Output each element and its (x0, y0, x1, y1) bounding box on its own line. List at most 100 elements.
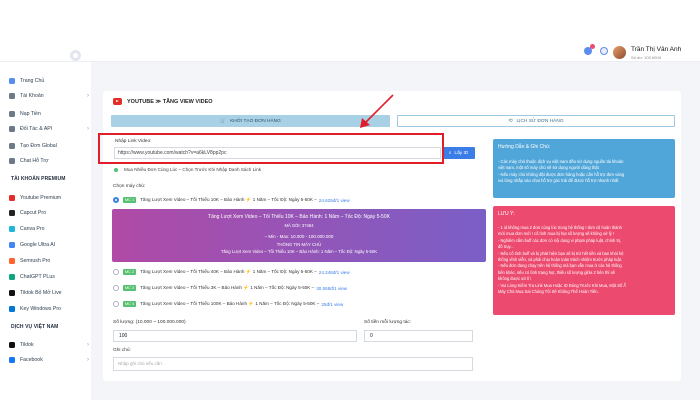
server-option-2[interactable]: MC 2 Tăng Lượt Xem Video – Tối Thiểu 40K… (113, 268, 350, 276)
server-name: Tăng Lượt Xem Video – Tối Thiểu 10K – Bả… (140, 197, 317, 202)
server-title: Chọn máy chủ: (113, 184, 146, 189)
sidebar-item-account[interactable]: Tài Khoản › (9, 91, 89, 100)
sidebar-item-label: Capcut Pro (20, 209, 46, 216)
sidebar-item-topup[interactable]: Nạp Tiền (9, 109, 89, 118)
server-info-heading: THÔNG TIN MÁY CHỦ (276, 242, 322, 247)
radio-selected[interactable] (113, 197, 119, 203)
order-history-tab-label: LỊCH SỬ ĐƠN HÀNG (516, 118, 564, 124)
sidebar-item-partner-api[interactable]: Đối Tác & API › (9, 124, 89, 133)
user-name[interactable]: Trần Thị Vân Anh (631, 46, 681, 53)
server-price: 24.248đ/1 view (318, 269, 350, 275)
sidebar-item-label: Trang Chủ (20, 77, 45, 84)
user-icon (9, 92, 15, 99)
sidebar-item-facebook[interactable]: Facebook › (9, 355, 89, 364)
chat-icon (9, 157, 15, 164)
sidebar-item-google-ultra-ai[interactable]: Google Ultra AI (9, 240, 89, 249)
sidebar-section-vietnam: DỊCH VỤ VIỆT NAM (11, 324, 59, 330)
notice-panel: LƯU Ý: - 1 id không mua 2 đơn cùng lúc t… (493, 206, 675, 315)
server-option-1[interactable]: MC 1 Tăng Lượt Xem Video – Tối Thiểu 10K… (113, 196, 350, 204)
notification-badge (590, 44, 595, 49)
server-info-title: Tăng Lượt Xem Video – Tối Thiểu 10K – Bả… (208, 214, 390, 220)
avatar[interactable] (613, 46, 626, 59)
sidebar-item-label: Tiktok (20, 341, 34, 348)
sidebar-item-chatgpt-plus[interactable]: ChatGPT PLus (9, 272, 89, 281)
guide-title: Hướng Dẫn & Ghi Chú: (498, 144, 551, 150)
radio-unselected[interactable] (113, 269, 119, 275)
chevron-right-icon: › (87, 125, 89, 132)
sidebar-item-label: Facebook (20, 356, 43, 363)
sidebar-item-capcut-pro[interactable]: Capcut Pro (9, 208, 89, 217)
server-badge: MC 1 (123, 197, 137, 203)
sidebar-item-global-order[interactable]: Tạo Đơn Global (9, 141, 89, 150)
sidebar-item-label: Semrush Pro (20, 257, 51, 264)
sidebar-item-key-windows-pro[interactable]: Key Windows Pro (9, 304, 89, 313)
tiktok-icon (9, 341, 15, 348)
notification-bell-icon[interactable] (584, 44, 595, 55)
sidebar-item-tiktok[interactable]: Tiktok › (9, 340, 89, 349)
chevron-right-icon: › (87, 92, 89, 99)
sidebar-item-label: Canva Pro (20, 225, 45, 232)
get-id-button[interactable]: ⌕ Lấy ID (442, 147, 475, 159)
sidebar-item-label: Key Windows Pro (20, 305, 61, 312)
sidebar-item-label: Tiktok Bỏ Mở Live (20, 289, 62, 296)
chevron-right-icon: › (87, 356, 89, 363)
radio-unselected[interactable] (113, 285, 119, 291)
server-badge: MC 3 (123, 285, 137, 291)
get-id-button-label: Lấy ID (454, 150, 469, 156)
highlight-box (98, 133, 444, 164)
windows-icon (9, 305, 15, 312)
top-icons (584, 44, 608, 55)
sidebar-item-label: Nạp Tiền (20, 110, 41, 117)
page-title: YOUTUBE ≫ TĂNG VIEW VIDEO (113, 98, 213, 105)
guide-line: vui lòng nhắp vào chat hỗ trợ góc trái đ… (498, 177, 619, 183)
server-option-4[interactable]: MC 4 Tăng Lượt Xem Video – Tối Thiểu 100… (113, 300, 343, 308)
chevron-right-icon: › (87, 341, 89, 348)
server-name: Tăng Lượt Xem Video – Tối Thiểu 100K – B… (140, 301, 320, 306)
radio-unselected[interactable] (113, 301, 119, 307)
note-textarea[interactable]: Nhập ghi chú nếu cần (113, 357, 473, 371)
sidebar-item-support-chat[interactable]: Chat Hỗ Trợ (9, 156, 89, 165)
history-icon: ⟲ (508, 118, 513, 124)
sidebar-item-label: Tạo Đơn Global (20, 142, 57, 149)
settings-icon[interactable] (600, 47, 608, 55)
sidebar-item-label: Youtube Premium (20, 194, 62, 201)
bulk-order-hint[interactable]: Mua Nhiều Đơn Cùng Lúc – Chọn Trước Khi … (114, 167, 261, 172)
quantity-input[interactable]: 100 (113, 330, 357, 342)
server-info-code: MÃ GÓI: 37484 (284, 223, 314, 228)
sidebar-item-youtube-premium[interactable]: Youtube Premium (9, 193, 89, 202)
server-option-3[interactable]: MC 3 Tăng Lượt Xem Video – Tối Thiểu 3K … (113, 284, 347, 292)
unit-price-input[interactable]: 0 (364, 330, 473, 342)
home-icon (9, 77, 15, 84)
bulk-order-hint-text: Mua Nhiều Đơn Cùng Lúc – Chọn Trước Khi … (124, 167, 262, 172)
google-icon (9, 241, 15, 248)
create-order-tab[interactable]: 🛒 KHỞI TẠO ĐƠN HÀNG (111, 115, 390, 127)
server-badge: MC 2 (123, 269, 137, 275)
sidebar-section-premium: TÀI KHOẢN PREMIUM (11, 176, 66, 182)
server-badge: MC 4 (123, 301, 137, 307)
globe-icon (9, 142, 15, 149)
sidebar-item-label: Google Ultra AI (20, 241, 56, 248)
note-label: Ghi chú: (113, 348, 131, 353)
handshake-icon (9, 125, 15, 132)
menu-toggle-icon[interactable] (70, 50, 81, 61)
server-name: Tăng Lượt Xem Video – Tối Thiểu 3K – Bảo… (140, 285, 315, 290)
sidebar-item-tiktok-live[interactable]: Tiktok Bỏ Mở Live (9, 288, 89, 297)
search-icon: ⌕ (448, 151, 452, 156)
create-order-tab-label: KHỞI TẠO ĐƠN HÀNG (230, 118, 281, 124)
notice-line: Máy Chủ Mua Sai Chúng Tôi Sẽ Không Thể H… (498, 289, 599, 295)
order-history-tab[interactable]: ⟲ LỊCH SỬ ĐƠN HÀNG (397, 115, 675, 127)
server-price: 25đ/1 view (321, 301, 344, 307)
server-info-panel: Tăng Lượt Xem Video – Tối Thiểu 10K – Bả… (112, 209, 486, 262)
sidebar-item-label: Chat Hỗ Trợ (20, 157, 49, 164)
semrush-icon (9, 257, 15, 264)
chatgpt-icon (9, 273, 15, 280)
sidebar-item-canva-pro[interactable]: Canva Pro (9, 224, 89, 233)
user-balance: Số dư: 100.000đ (631, 55, 661, 60)
cart-icon: 🛒 (220, 118, 227, 124)
wallet-icon (9, 110, 15, 117)
server-info-minmax: – Min - Max: 10.000 - 100.000.000 (264, 234, 334, 239)
sidebar-item-home[interactable]: Trang Chủ (9, 76, 89, 85)
canva-icon (9, 225, 15, 232)
facebook-icon (9, 356, 15, 363)
sidebar-item-semrush-pro[interactable]: Semrush Pro (9, 256, 89, 265)
